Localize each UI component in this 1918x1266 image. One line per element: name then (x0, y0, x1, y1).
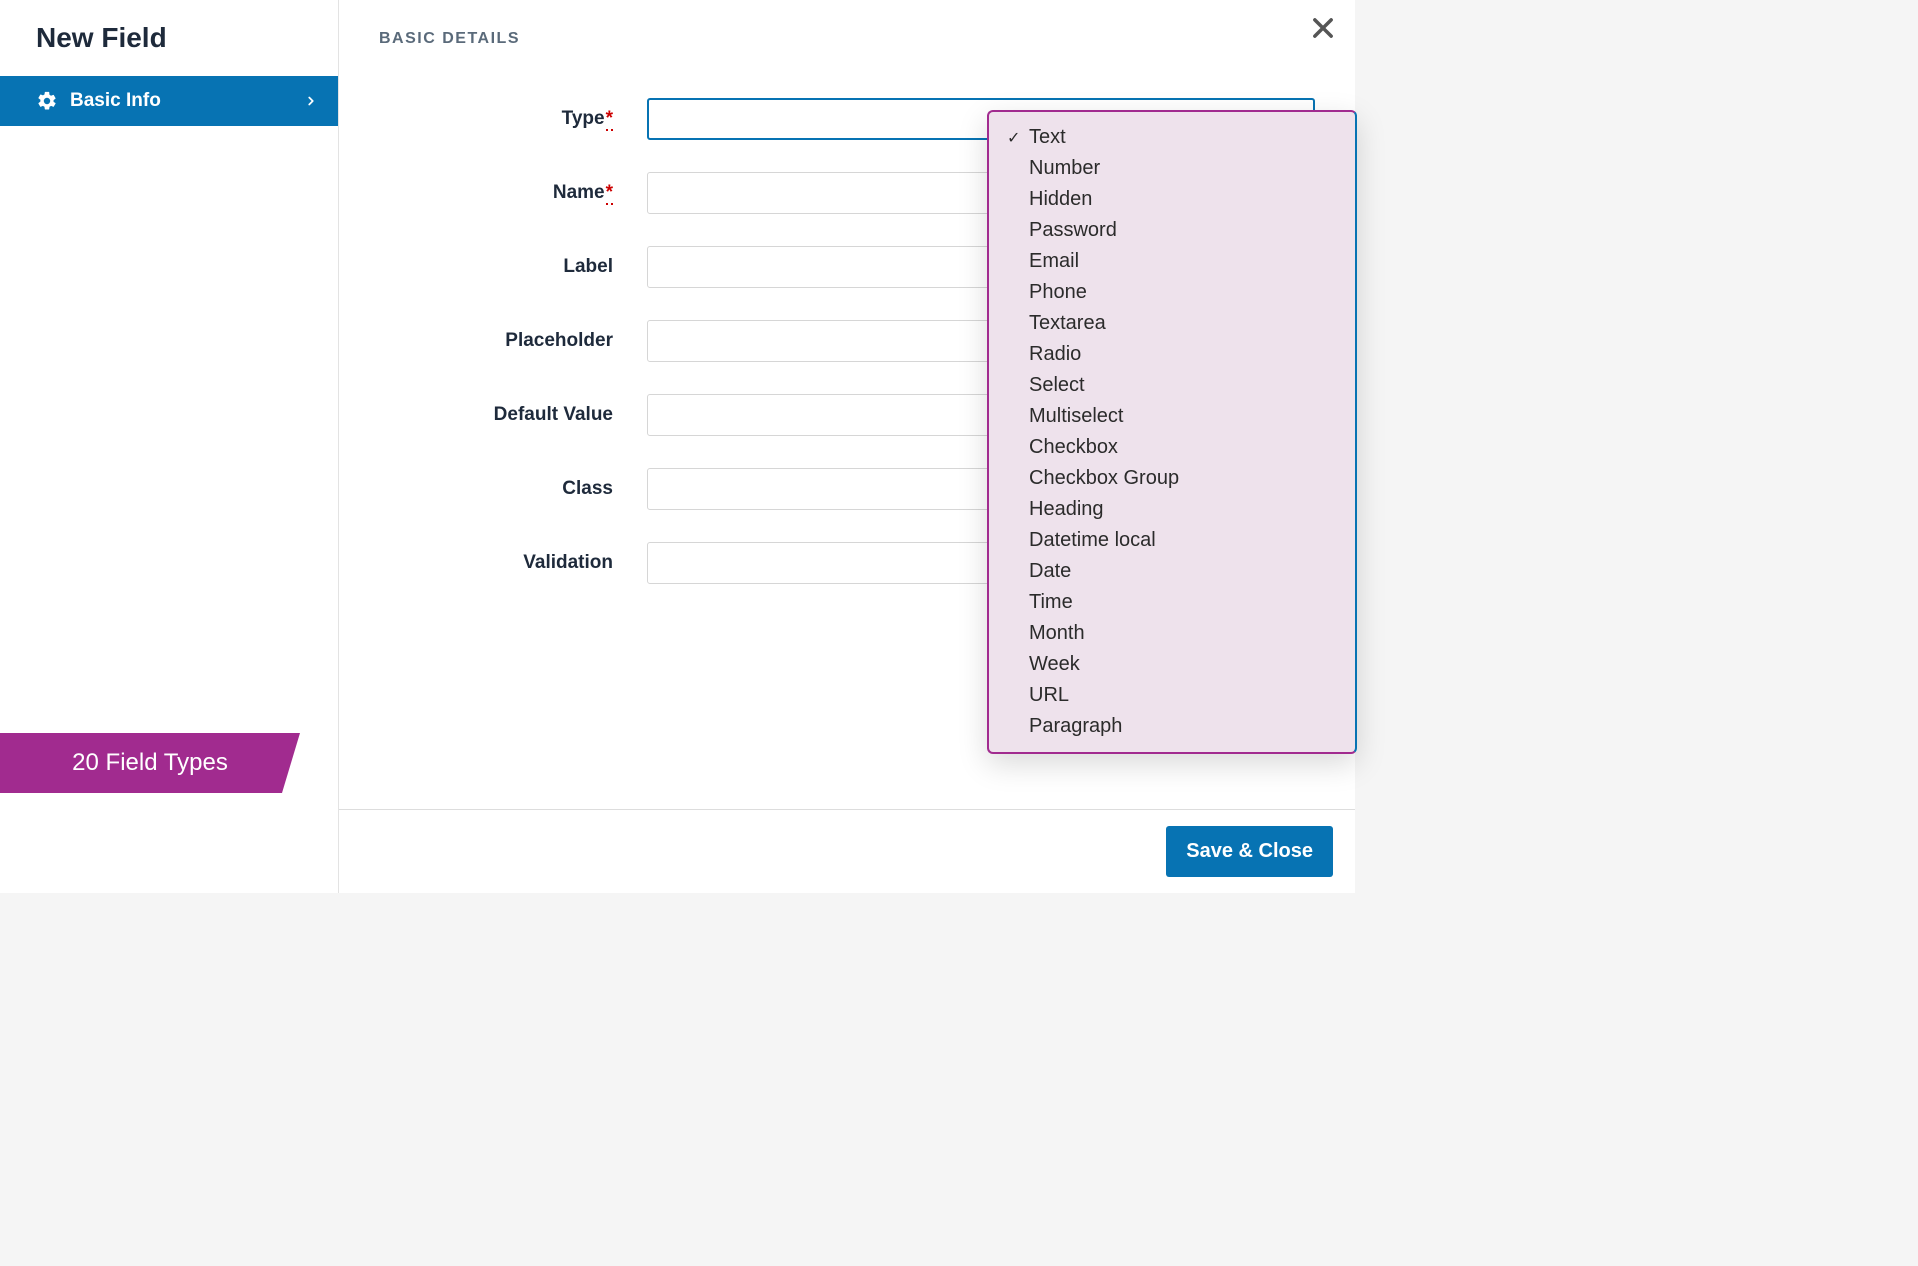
label-name: Name* (379, 182, 647, 204)
section-heading: BASIC DETAILS (379, 30, 1315, 48)
dropdown-option-label: Select (1029, 374, 1085, 397)
main-panel: BASIC DETAILS Type* Name* Label Placehol… (338, 0, 1355, 893)
label-class: Class (379, 478, 647, 500)
dropdown-option-label: Radio (1029, 343, 1081, 366)
label-placeholder: Placeholder (379, 330, 647, 352)
dropdown-option-label: Text (1029, 126, 1066, 149)
label-type: Type* (379, 108, 647, 130)
dropdown-option-label: Heading (1029, 498, 1104, 521)
dropdown-option-label: Date (1029, 560, 1071, 583)
dropdown-option-label: Password (1029, 219, 1117, 242)
dropdown-option[interactable]: Phone (989, 277, 1355, 308)
dropdown-option[interactable]: Checkbox Group (989, 463, 1355, 494)
dropdown-option-label: Checkbox (1029, 436, 1118, 459)
dropdown-option-label: Week (1029, 653, 1080, 676)
check-icon: ✓ (1007, 128, 1029, 148)
dropdown-option[interactable]: Date (989, 556, 1355, 587)
dropdown-option-label: Checkbox Group (1029, 467, 1179, 490)
dropdown-option[interactable]: URL (989, 680, 1355, 711)
dropdown-option[interactable]: Radio (989, 339, 1355, 370)
dropdown-option[interactable]: ✓Text (989, 122, 1355, 153)
dropdown-option[interactable]: Select (989, 370, 1355, 401)
dropdown-option[interactable]: Number (989, 153, 1355, 184)
dropdown-option[interactable]: Multiselect (989, 401, 1355, 432)
dropdown-option[interactable]: Month (989, 618, 1355, 649)
dropdown-option-label: Paragraph (1029, 715, 1122, 738)
dropdown-option-label: Phone (1029, 281, 1087, 304)
type-dropdown[interactable]: ✓Text Number Hidden Password Email Phone Texta… (987, 110, 1357, 754)
dropdown-option-label: Datetime local (1029, 529, 1156, 552)
dropdown-option[interactable]: Datetime local (989, 525, 1355, 556)
dropdown-option-label: Textarea (1029, 312, 1106, 335)
dropdown-option[interactable]: Checkbox (989, 432, 1355, 463)
gear-icon (36, 90, 58, 112)
sidebar-item-label: Basic Info (70, 90, 161, 112)
chevron-right-icon (304, 94, 318, 108)
dropdown-option[interactable]: Paragraph (989, 711, 1355, 742)
footer: Save & Close (339, 809, 1355, 893)
dropdown-option-label: Email (1029, 250, 1079, 273)
dropdown-option-label: Multiselect (1029, 405, 1123, 428)
dropdown-option[interactable]: Email (989, 246, 1355, 277)
label-label: Label (379, 256, 647, 278)
page-title: New Field (0, 0, 338, 76)
label-default-value: Default Value (379, 404, 647, 426)
field-types-badge: 20 Field Types (0, 733, 300, 793)
close-button[interactable] (1309, 14, 1337, 42)
dropdown-option[interactable]: Hidden (989, 184, 1355, 215)
dropdown-option[interactable]: Textarea (989, 308, 1355, 339)
label-validation: Validation (379, 552, 647, 574)
dropdown-option-label: Month (1029, 622, 1085, 645)
sidebar-item-basic-info[interactable]: Basic Info (0, 76, 338, 126)
dropdown-option[interactable]: Heading (989, 494, 1355, 525)
dropdown-option-label: URL (1029, 684, 1069, 707)
sidebar: New Field Basic Info 20 Field Types (0, 0, 338, 893)
dropdown-option[interactable]: Week (989, 649, 1355, 680)
dropdown-option-label: Hidden (1029, 188, 1092, 211)
dropdown-option[interactable]: Time (989, 587, 1355, 618)
dropdown-option[interactable]: Password (989, 215, 1355, 246)
dropdown-option-label: Number (1029, 157, 1100, 180)
app-window: New Field Basic Info 20 Field Types BASI… (0, 0, 1355, 893)
dropdown-option-label: Time (1029, 591, 1073, 614)
save-close-button[interactable]: Save & Close (1166, 826, 1333, 877)
